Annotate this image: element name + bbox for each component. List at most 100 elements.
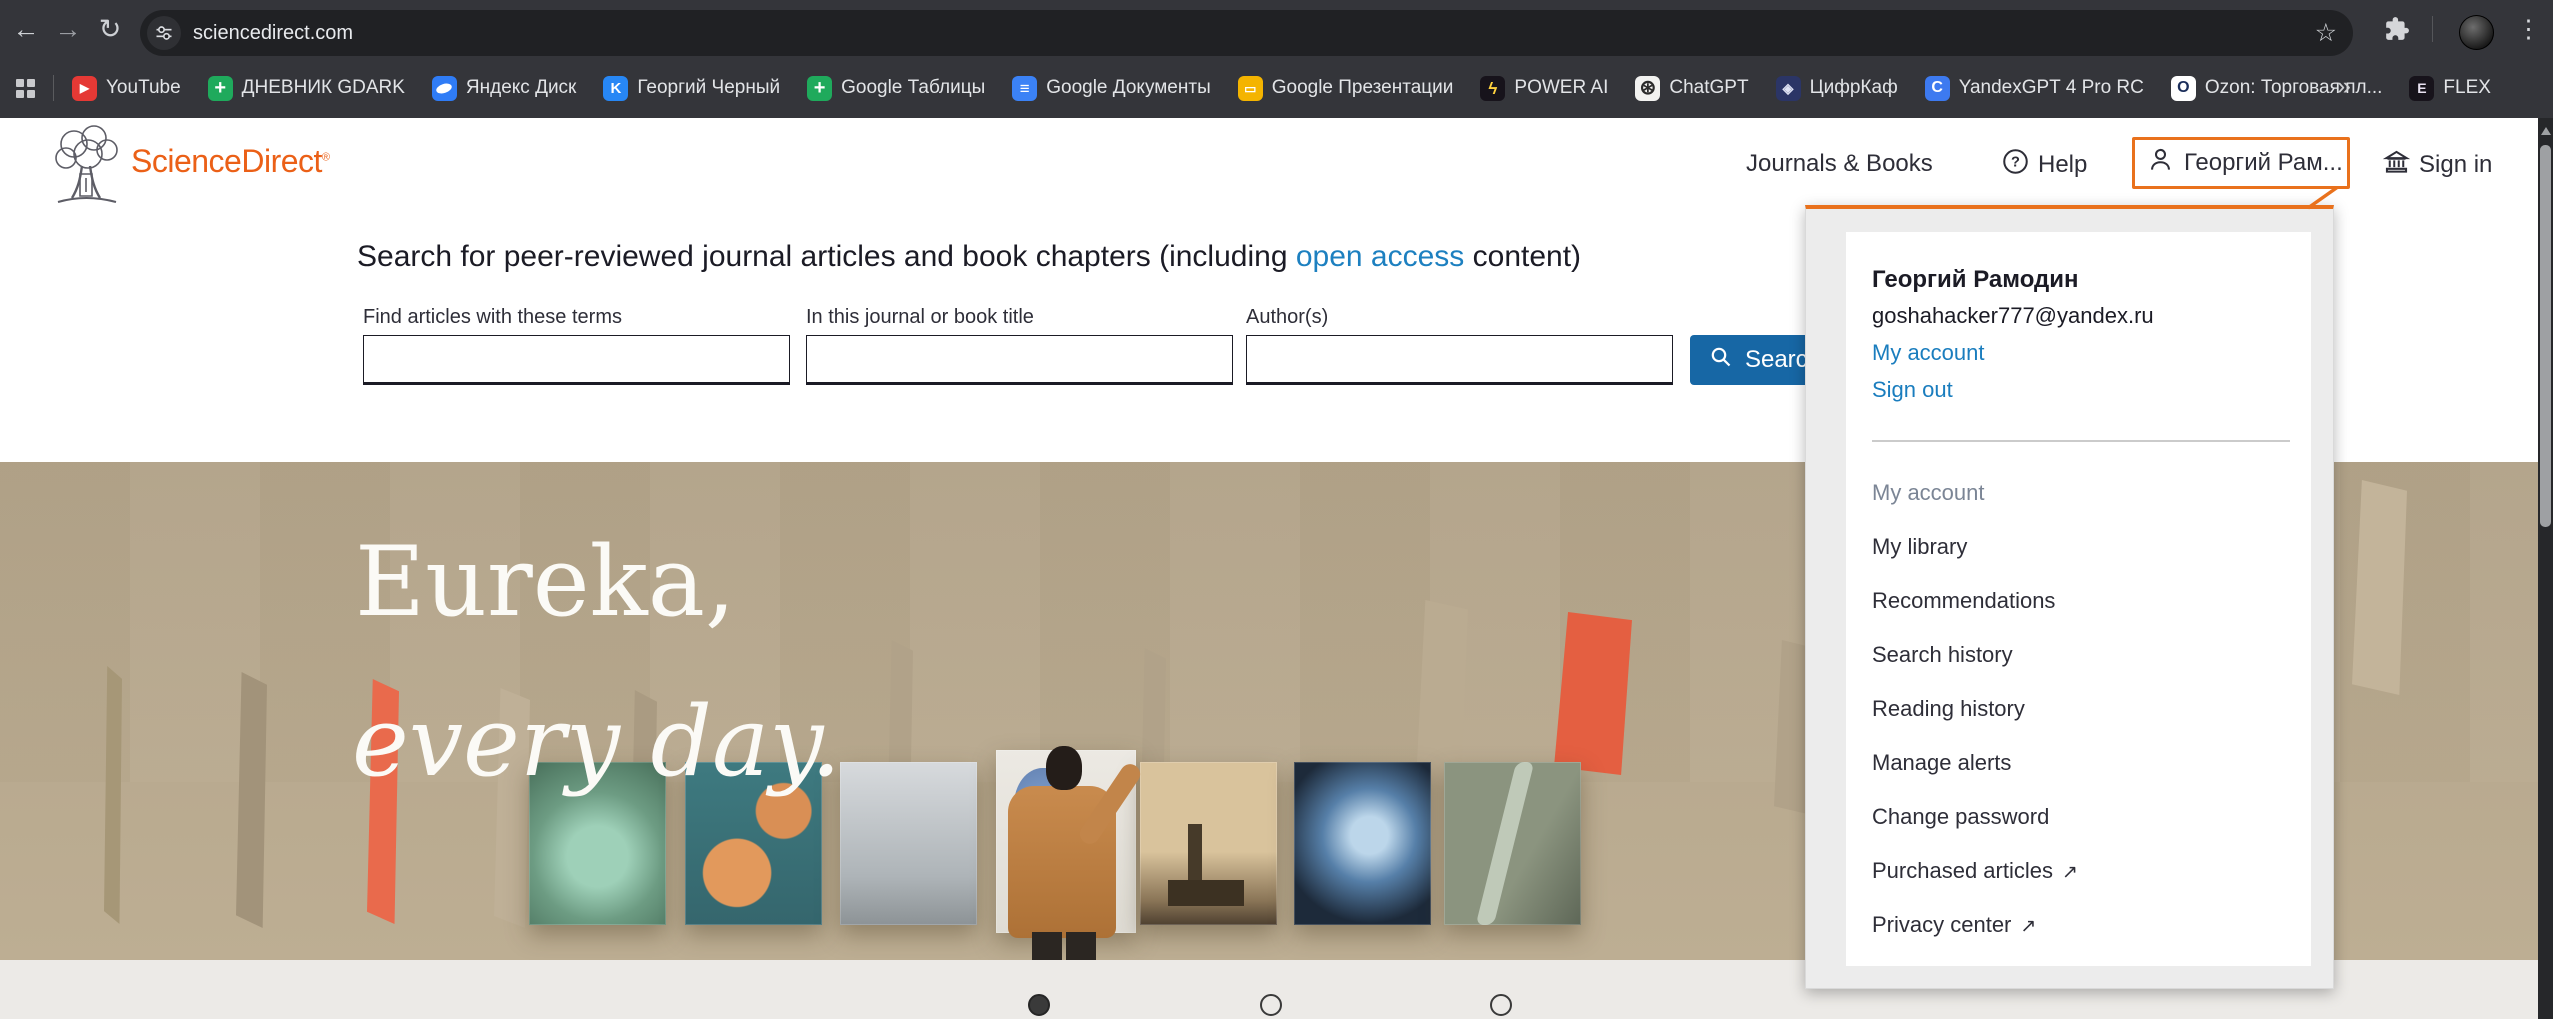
bookmark-item[interactable]: + Google Таблицы	[807, 76, 985, 101]
page-scrollbar-thumb[interactable]	[2540, 145, 2551, 527]
bookmark-label: Ozon: Торговая пл...	[2205, 77, 2383, 99]
sheets-icon: +	[807, 76, 832, 101]
slides-icon: ▭	[1238, 76, 1263, 101]
external-link-icon: ↗	[2020, 916, 2036, 937]
carousel-dot[interactable]	[1490, 994, 1512, 1016]
menu-item-label: My library	[1872, 534, 1967, 559]
flex-icon: E	[2409, 76, 2434, 101]
bookmark-item[interactable]: K Георгий Черный	[603, 76, 780, 101]
account-menu-item[interactable]: Search history	[1872, 628, 2292, 682]
account-menu-item[interactable]: Recommendations	[1872, 574, 2292, 628]
bookmark-item[interactable]: ◈ЦифрКаф	[1776, 76, 1898, 101]
river-delta-photo	[1444, 762, 1581, 925]
bookmark-item[interactable]: Яндекс Диск	[432, 76, 576, 101]
bookmark-label: ДНЕВНИК GDARK	[242, 77, 405, 99]
back-icon[interactable]: ←	[4, 0, 48, 58]
open-access-link[interactable]: open access	[1296, 240, 1464, 273]
extensions-icon[interactable]	[2384, 16, 2410, 47]
bookmark-label: Google Таблицы	[841, 77, 985, 99]
menu-item-label: Purchased articles	[1872, 858, 2053, 883]
particle-network-photo	[1294, 762, 1431, 925]
bookmark-label: Георгий Черный	[637, 77, 780, 99]
bookmark-item[interactable]: ≡ Google Документы	[1012, 76, 1211, 101]
external-link-icon: ↗	[2062, 862, 2078, 883]
site-settings-icon[interactable]	[147, 16, 181, 50]
sign-out-link[interactable]: Sign out	[1872, 377, 1953, 403]
bookmarks-divider	[53, 75, 54, 101]
person-icon	[2147, 146, 2174, 180]
menu-section-label: My account	[1872, 480, 1985, 506]
bookmark-star-icon[interactable]: ☆	[2315, 18, 2337, 48]
sciencedirect-wordmark[interactable]: ScienceDirect®	[131, 143, 330, 180]
browser-menu-icon[interactable]: ⋮	[2516, 14, 2541, 44]
browser-toolbar: ← → ↻ sciencedirect.com ☆ ⋮	[0, 0, 2553, 58]
bookmark-label: POWER AI	[1514, 77, 1608, 99]
bookmarks-overflow-icon[interactable]: »	[2337, 72, 2351, 101]
bookmark-item[interactable]: ▭Google Презентации	[1238, 76, 1454, 101]
bookmark-label: Google Документы	[1046, 77, 1211, 99]
bookmarks-list: ▶YouTube+ДНЕВНИК GDARKЯндекс ДискKГеорги…	[72, 76, 2518, 101]
menu-item-label: Reading history	[1872, 696, 2025, 721]
authors-field-label: Author(s)	[1246, 306, 1328, 329]
account-menu-item[interactable]: Change password	[1872, 790, 2292, 844]
nav-journals-books[interactable]: Journals & Books	[1746, 150, 1933, 178]
search-terms-input[interactable]	[363, 335, 790, 385]
account-email: goshahacker777@yandex.ru	[1872, 303, 2154, 329]
menu-item-label: Manage alerts	[1872, 750, 2011, 775]
forward-icon[interactable]: →	[46, 0, 90, 58]
reload-icon[interactable]: ↻	[88, 0, 132, 58]
menu-item-label: Search history	[1872, 642, 2013, 667]
account-menu-item[interactable]: Manage alerts	[1872, 736, 2292, 790]
bookmark-label: YandexGPT 4 Pro RC	[1959, 77, 2144, 99]
bookmark-label: ЦифрКаф	[1810, 77, 1898, 99]
bookmark-item[interactable]: ▶YouTube	[72, 76, 181, 101]
carousel-dot[interactable]	[1260, 994, 1282, 1016]
terms-field-label: Find articles with these terms	[363, 306, 622, 329]
toolbar-divider	[2432, 16, 2433, 42]
bookmark-item[interactable]: +ДНЕВНИК GDARK	[208, 76, 405, 101]
my-account-link[interactable]: My account	[1872, 340, 1985, 366]
vk-icon: K	[603, 76, 628, 101]
account-menu-list: My library Recommendations Search history R…	[1872, 520, 2292, 952]
browser-profile-avatar[interactable]	[2459, 15, 2494, 50]
address-bar[interactable]: sciencedirect.com ☆	[140, 10, 2353, 56]
robot-arm-photo	[840, 762, 977, 925]
authors-input[interactable]	[1246, 335, 1673, 385]
svg-text:?: ?	[2011, 155, 2020, 171]
account-menu-item[interactable]: Privacy center↗	[1872, 898, 2292, 952]
bookmarks-bar: ▶YouTube+ДНЕВНИК GDARKЯндекс ДискKГеорги…	[0, 58, 2553, 118]
bookmark-item[interactable]: E FLEX	[2409, 76, 2491, 101]
account-menu-item[interactable]: Reading history	[1872, 682, 2292, 736]
yandexgpt-icon: C	[1925, 76, 1950, 101]
apps-grid-icon[interactable]	[16, 79, 35, 98]
yandex-disk-icon	[432, 76, 457, 101]
journal-title-input[interactable]	[806, 335, 1233, 385]
account-name: Георгий Рамодин	[1872, 266, 2079, 294]
bookmark-label: YouTube	[106, 77, 181, 99]
bookmark-label: FLEX	[2443, 77, 2491, 99]
docs-icon: ≡	[1012, 76, 1037, 101]
account-menu-item[interactable]: My library	[1872, 520, 2292, 574]
menu-item-label: Change password	[1872, 804, 2049, 829]
nav-help[interactable]: ? Help	[2002, 148, 2087, 182]
rocket-launch-photo	[1140, 762, 1277, 925]
account-menu-item[interactable]: Purchased articles ↗	[1872, 844, 2292, 898]
menu-divider	[1872, 440, 2290, 442]
man-head	[1046, 746, 1082, 790]
user-account-button[interactable]: Георгий Рам...	[2132, 137, 2350, 189]
scrollbar-up-arrow[interactable]	[2541, 127, 2551, 135]
bookmark-item[interactable]: C YandexGPT 4 Pro RC	[1925, 76, 2144, 101]
carousel-dot[interactable]	[1028, 994, 1050, 1016]
power-ai-icon: ϟ	[1480, 76, 1505, 101]
institution-icon	[2383, 148, 2410, 182]
rocket-base	[1168, 880, 1244, 906]
sign-in-button[interactable]: Sign in	[2383, 148, 2492, 182]
elsevier-tree-logo[interactable]	[50, 122, 122, 213]
chatgpt-icon: ⊛	[1635, 76, 1660, 101]
bookmark-item[interactable]: ϟ POWER AI	[1480, 76, 1608, 101]
ozon-icon: O	[2171, 76, 2196, 101]
menu-item-label: Recommendations	[1872, 588, 2055, 613]
bookmark-item[interactable]: ⊛ChatGPT	[1635, 76, 1748, 101]
river-stream	[1476, 762, 1535, 925]
journal-field-label: In this journal or book title	[806, 306, 1034, 329]
